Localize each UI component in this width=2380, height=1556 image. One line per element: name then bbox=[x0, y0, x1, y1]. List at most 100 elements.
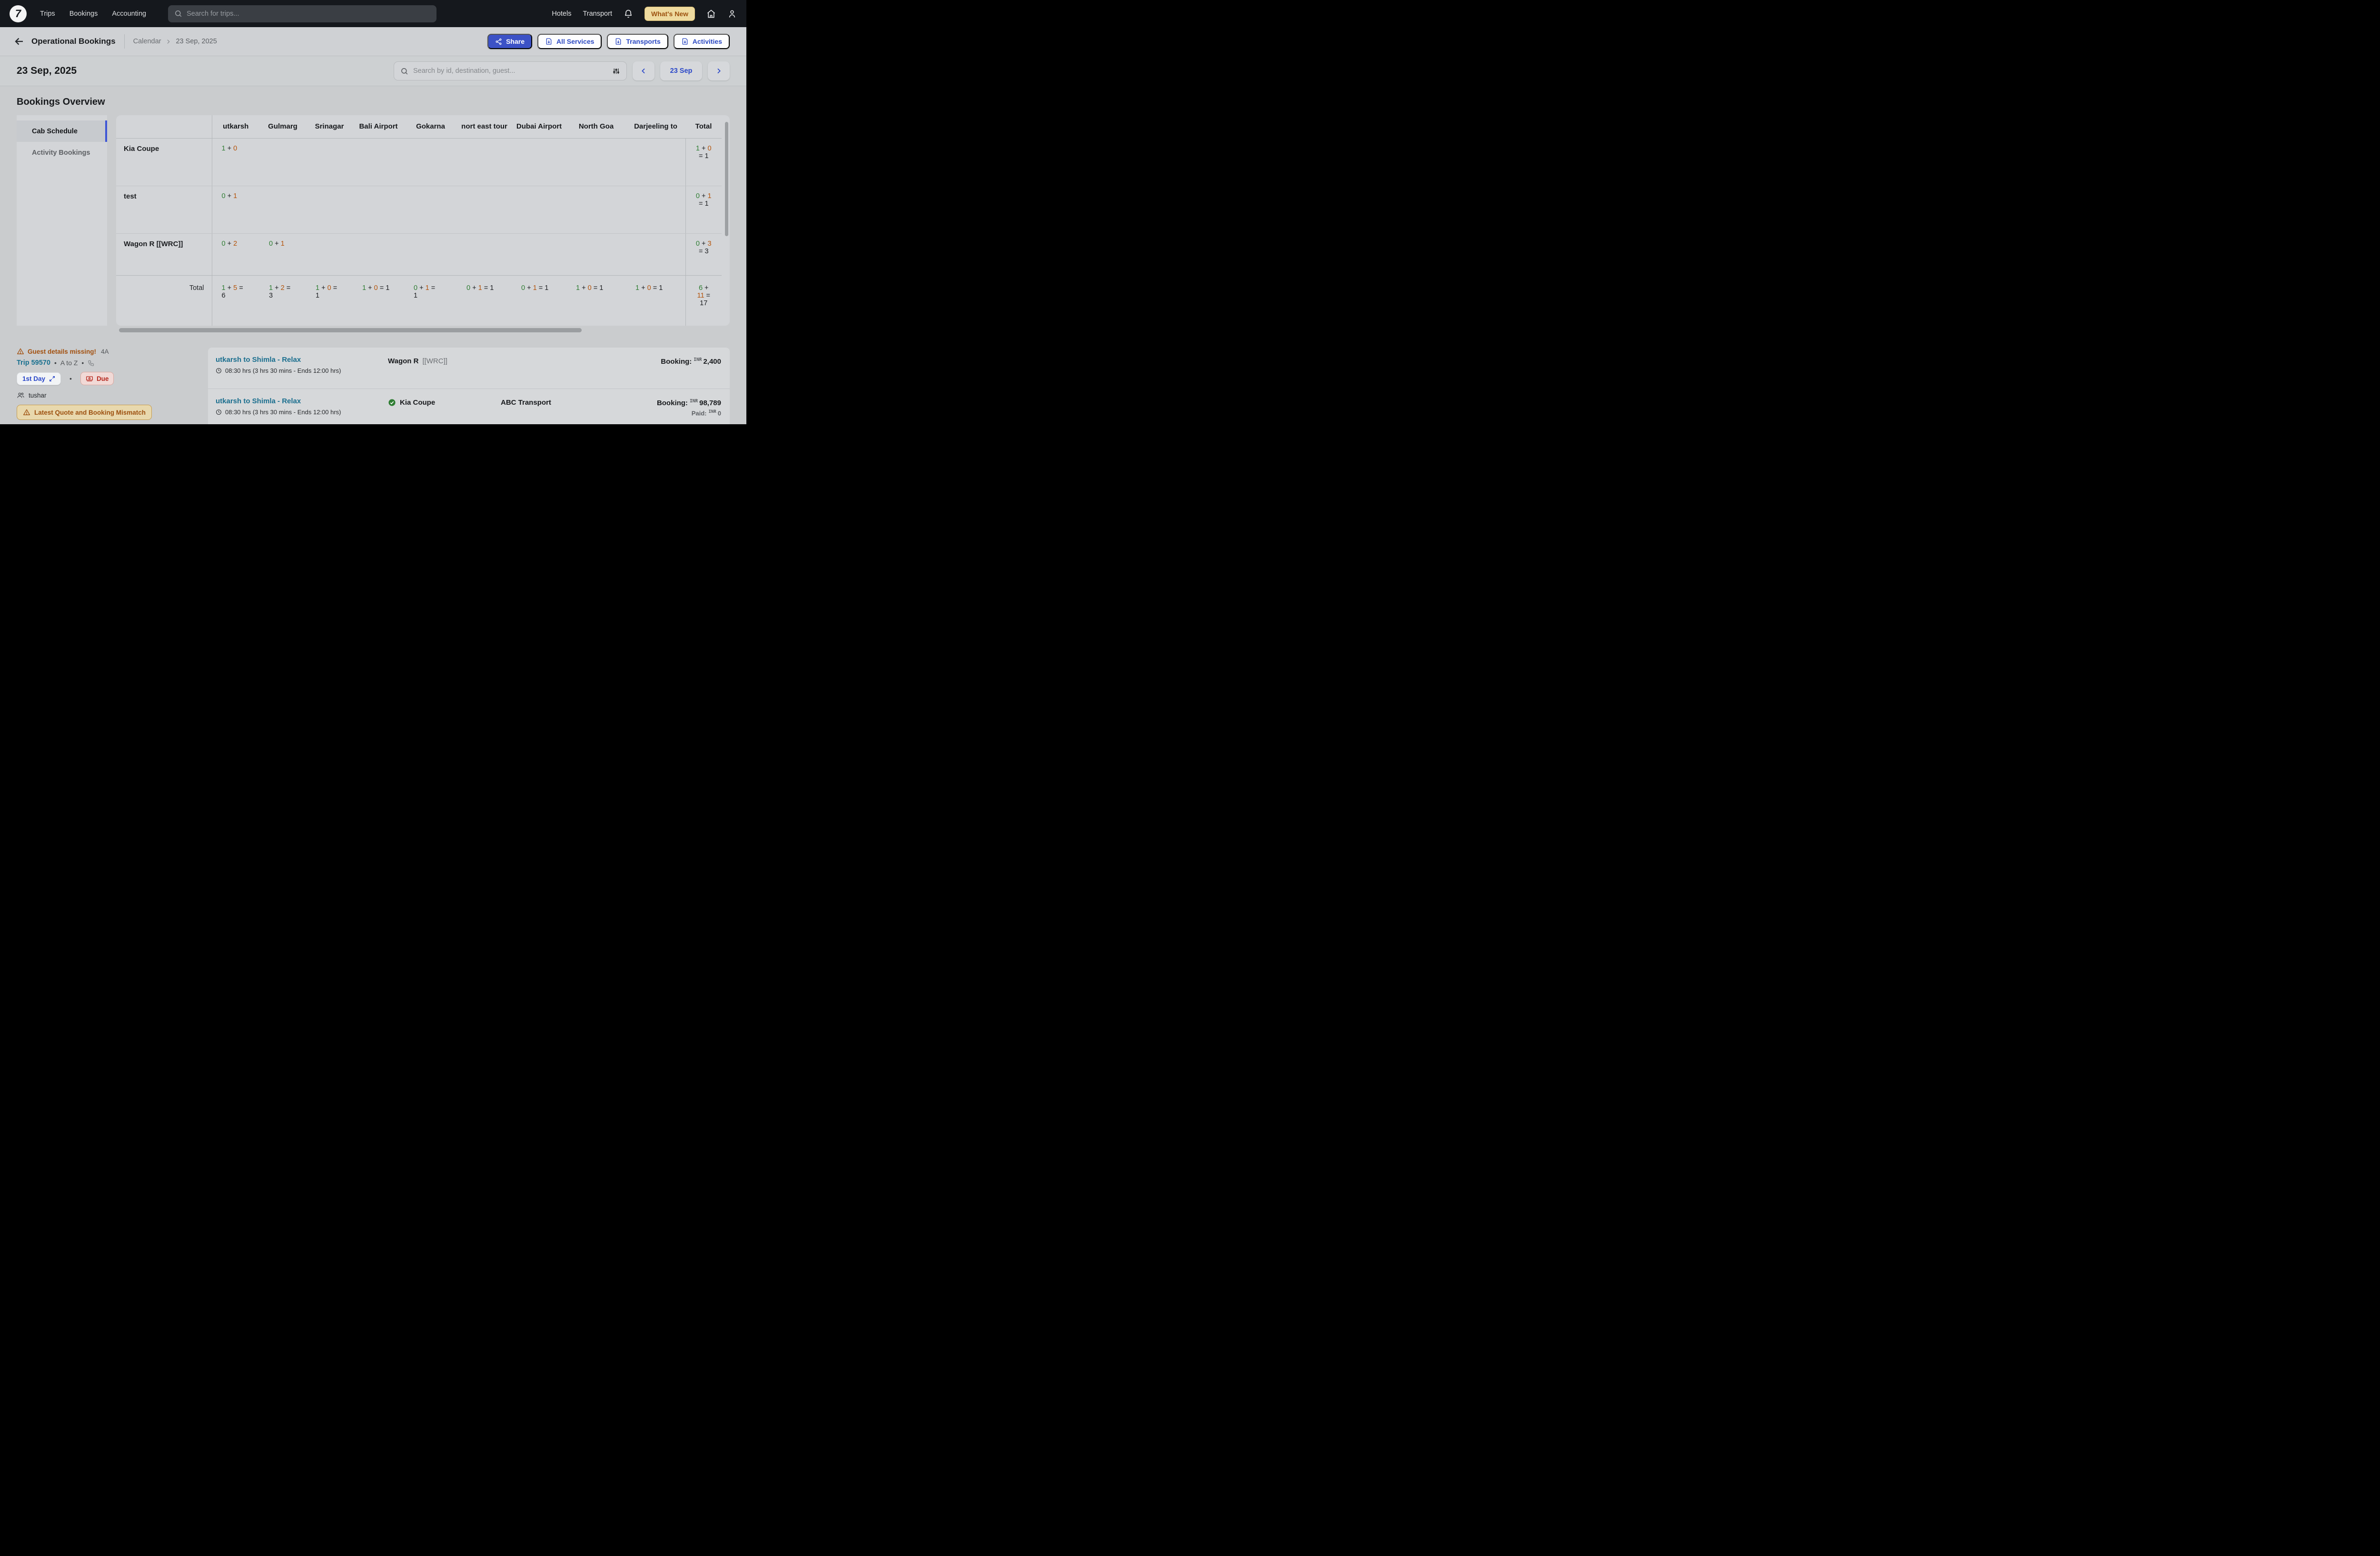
column-header-Gokarna: Gokarna bbox=[404, 115, 457, 138]
search-icon bbox=[174, 10, 182, 18]
nav-transport[interactable]: Transport bbox=[583, 10, 612, 18]
schedule-cell bbox=[306, 233, 353, 275]
schedule-cell: 1 + 0 bbox=[212, 138, 259, 186]
first-day-label: 1st Day bbox=[22, 375, 45, 382]
warning-triangle-icon bbox=[17, 348, 24, 355]
column-header-utkarsh: utkarsh bbox=[212, 115, 259, 138]
current-day-button[interactable]: 23 Sep bbox=[660, 61, 702, 80]
action-button-activities[interactable]: Activities bbox=[674, 34, 730, 49]
trip-link[interactable]: Trip 59570 bbox=[17, 359, 50, 367]
action-button-transports[interactable]: Transports bbox=[607, 34, 668, 49]
day-status-row: 1st Day • Due bbox=[17, 372, 198, 385]
date-toolbar-right: Search by id, destination, guest... 23 S… bbox=[394, 61, 730, 80]
pending-count: 1 bbox=[281, 240, 285, 248]
first-day-button[interactable]: 1st Day bbox=[17, 372, 61, 385]
filter-sliders-icon[interactable] bbox=[612, 67, 620, 75]
sum-count: 1 bbox=[545, 284, 548, 292]
schedule-cell: 0 + 1 bbox=[259, 233, 306, 275]
booked-count: 1 bbox=[222, 284, 226, 292]
pending-count: 1 bbox=[478, 284, 482, 292]
tab-activity-bookings[interactable]: Activity Bookings bbox=[17, 142, 107, 163]
tab-cab-schedule[interactable]: Cab Schedule bbox=[17, 120, 107, 142]
schedule-cell bbox=[259, 186, 306, 233]
column-header-Dubai Airport: Dubai Airport bbox=[512, 115, 566, 138]
breadcrumb-calendar[interactable]: Calendar bbox=[133, 38, 161, 45]
booked-count: 0 bbox=[222, 240, 226, 248]
booking-title-link[interactable]: utkarsh to Shimla - Relax bbox=[216, 397, 388, 405]
horizontal-scrollbar bbox=[116, 328, 730, 332]
vehicle-note: [[WRC]] bbox=[422, 357, 447, 365]
schedule-cell bbox=[353, 138, 404, 186]
group-icon bbox=[17, 391, 25, 399]
pending-count: 0 bbox=[233, 145, 237, 152]
top-navbar: 7 Trips Bookings Accounting Search for tri… bbox=[0, 0, 746, 27]
booking-card-main: utkarsh to Shimla - Relax 08:30 hrs (3 hr… bbox=[216, 356, 388, 374]
back-arrow-icon[interactable] bbox=[13, 36, 25, 47]
date-heading: 23 Sep, 2025 bbox=[17, 65, 77, 77]
vertical-scrollbar-thumb[interactable] bbox=[725, 122, 728, 236]
schedule-cell bbox=[353, 186, 404, 233]
clock-icon bbox=[216, 409, 222, 415]
action-button-label: Transports bbox=[626, 38, 660, 45]
overview-row: Cab ScheduleActivity Bookings utkarshGul… bbox=[17, 115, 730, 326]
column-header-Srinagar: Srinagar bbox=[306, 115, 353, 138]
booking-time-text: 08:30 hrs (3 hrs 30 mins - Ends 12:00 hr… bbox=[225, 367, 341, 374]
page-title: Operational Bookings bbox=[31, 37, 116, 46]
account-icon[interactable] bbox=[727, 9, 737, 19]
bookings-search-input[interactable]: Search by id, destination, guest... bbox=[394, 61, 627, 80]
share-icon bbox=[495, 38, 502, 45]
booking-title-link[interactable]: utkarsh to Shimla - Relax bbox=[216, 356, 388, 364]
nav-link-accounting[interactable]: Accounting bbox=[112, 10, 146, 18]
total-cell: 0 + 3 = 3 bbox=[685, 233, 722, 275]
schedule-cell: 0 + 1 = 1 bbox=[512, 275, 566, 326]
overview-tabs: Cab ScheduleActivity Bookings bbox=[17, 115, 107, 326]
nav-link-trips[interactable]: Trips bbox=[40, 10, 55, 18]
action-button-all-services[interactable]: All Services bbox=[537, 34, 602, 49]
schedule-cell bbox=[306, 186, 353, 233]
schedule-cell bbox=[306, 138, 353, 186]
whats-new-button[interactable]: What's New bbox=[645, 7, 695, 21]
action-button-label: All Services bbox=[556, 38, 594, 45]
paid-amount-value: 0 bbox=[718, 409, 721, 417]
table-row: Wagon R [[WRC]]0 + 20 + 10 + 3 = 3 bbox=[116, 233, 722, 275]
vertical-scrollbar bbox=[725, 118, 728, 323]
booked-count: 1 bbox=[269, 284, 273, 292]
pending-count: 0 bbox=[327, 284, 331, 292]
share-button[interactable]: Share bbox=[487, 34, 532, 49]
schedule-cell bbox=[353, 233, 404, 275]
brand-logo[interactable]: 7 bbox=[10, 5, 27, 22]
notifications-bell-icon[interactable] bbox=[624, 9, 633, 19]
booked-count: 0 bbox=[414, 284, 417, 292]
prev-day-button[interactable] bbox=[633, 61, 654, 80]
booked-count: 1 bbox=[635, 284, 639, 292]
booked-count: 1 bbox=[362, 284, 366, 292]
pending-count: 5 bbox=[233, 284, 237, 292]
sum-count: 1 bbox=[659, 284, 663, 292]
schedule-cell bbox=[566, 138, 626, 186]
phone-icon[interactable] bbox=[88, 359, 95, 367]
nav-link-bookings[interactable]: Bookings bbox=[69, 10, 98, 18]
schedule-cell bbox=[626, 233, 685, 275]
horizontal-scrollbar-thumb[interactable] bbox=[119, 328, 582, 332]
quote-mismatch-text: Latest Quote and Booking Mismatch bbox=[34, 409, 146, 416]
next-day-button[interactable] bbox=[708, 61, 730, 80]
booked-count: 0 bbox=[521, 284, 525, 292]
trip-id-row: Trip 59570 • A to Z • bbox=[17, 359, 198, 367]
agent-row: tushar bbox=[17, 391, 198, 399]
home-icon[interactable] bbox=[706, 9, 716, 19]
booked-count: 0 bbox=[696, 240, 700, 248]
paid-amount-label: Paid: bbox=[692, 409, 707, 417]
booked-count: 0 bbox=[269, 240, 273, 248]
download-doc-icon bbox=[545, 38, 553, 45]
schedule-cell bbox=[457, 186, 512, 233]
quote-mismatch-warning: Latest Quote and Booking Mismatch bbox=[17, 405, 152, 420]
booking-vehicle: Kia Coupe bbox=[388, 397, 501, 407]
corner-header-cell bbox=[116, 115, 212, 138]
trips-search-input[interactable]: Search for trips... bbox=[168, 5, 436, 22]
vehicle-name: Wagon R bbox=[388, 357, 418, 365]
breadcrumb: Calendar 23 Sep, 2025 bbox=[133, 38, 217, 45]
pending-count: 0 bbox=[588, 284, 592, 292]
nav-hotels[interactable]: Hotels bbox=[552, 10, 571, 18]
confirmed-check-icon bbox=[388, 399, 396, 407]
schedule-cell bbox=[457, 233, 512, 275]
